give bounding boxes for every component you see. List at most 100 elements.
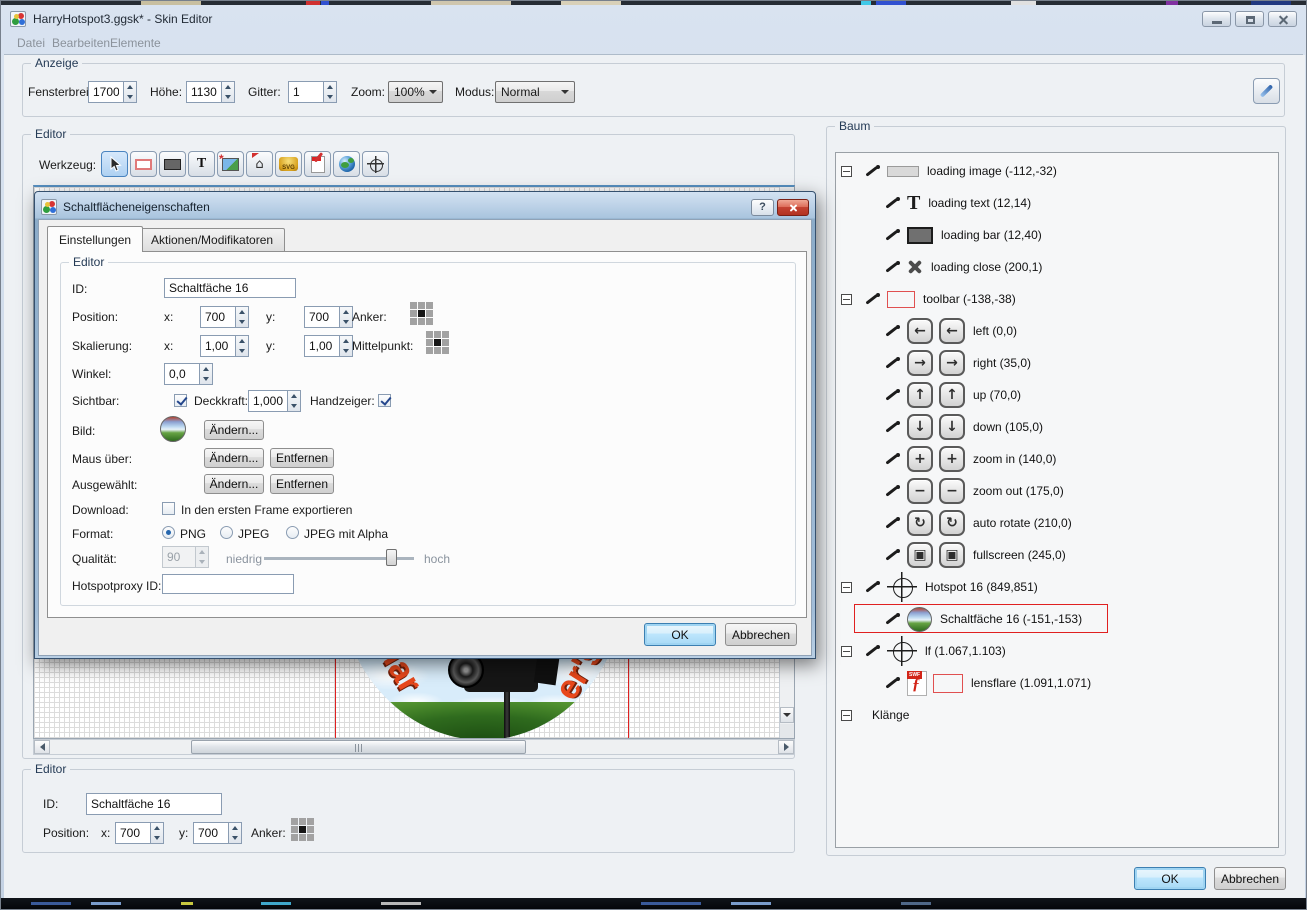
tree-item-loading-text[interactable]: Tloading text (12,14) [836, 187, 1278, 219]
dialog-id-input[interactable] [164, 278, 296, 298]
ok-button[interactable]: OK [1134, 867, 1206, 890]
abbrechen-button[interactable]: Abbrechen [1214, 867, 1286, 890]
anchor-grid[interactable] [291, 818, 315, 842]
position-x-input[interactable] [115, 822, 151, 844]
dialog-position-y-input[interactable] [304, 306, 340, 328]
select-tool[interactable] [101, 151, 128, 177]
position-x-stepper[interactable] [115, 822, 164, 844]
tree-item-auto-rotate[interactable]: ↻↻auto rotate (210,0) [836, 507, 1278, 539]
stepper-arrows[interactable] [229, 822, 242, 844]
deckkraft-stepper[interactable] [248, 390, 301, 412]
horizontal-scroll-thumb[interactable] [191, 740, 526, 754]
tree-item-toolbar[interactable]: toolbar (-138,-38) [836, 283, 1278, 315]
maus-ueber-entfernen-button[interactable]: Entfernen [270, 448, 334, 468]
tree-item-hotspot-16[interactable]: Hotspot 16 (849,851) [836, 571, 1278, 603]
dialog-ok-button[interactable]: OK [644, 623, 716, 646]
quality-slider-handle[interactable] [386, 549, 397, 566]
scale-x-stepper[interactable] [200, 335, 249, 357]
tree-item-loading-close[interactable]: loading close (200,1) [836, 251, 1278, 283]
deckkraft-input[interactable] [248, 390, 288, 412]
tab-aktionen-modifikatoren[interactable]: Aktionen/Modifikatoren [139, 228, 285, 251]
tree-item-klaenge[interactable]: Klänge [836, 699, 1278, 731]
tree-item-lf[interactable]: lf (1.067,1.103) [836, 635, 1278, 667]
tree-item-zoom-in[interactable]: ++zoom in (140,0) [836, 443, 1278, 475]
button-tool[interactable]: SVG [275, 151, 302, 177]
stepper-arrows[interactable] [200, 363, 213, 385]
text-tool[interactable]: T [188, 151, 215, 177]
hotspotproxy-input[interactable] [162, 574, 294, 594]
scroll-down-button[interactable] [780, 707, 794, 723]
scroll-right-button[interactable] [778, 740, 794, 754]
dialog-close-button[interactable] [777, 199, 809, 216]
stepper-arrows[interactable] [236, 335, 249, 357]
stepper-arrows[interactable] [124, 81, 137, 103]
stepper-arrows[interactable] [236, 306, 249, 328]
center-grid[interactable] [426, 331, 450, 355]
hotspot-tool[interactable] [362, 151, 389, 177]
dialog-help-button[interactable]: ? [751, 199, 774, 216]
stepper-arrows[interactable] [222, 81, 235, 103]
scale-x-input[interactable] [200, 335, 236, 357]
maus-ueber-aendern-button[interactable]: Ändern... [204, 448, 264, 468]
collapse-icon[interactable] [841, 710, 852, 721]
download-checkbox[interactable] [162, 502, 175, 515]
collapse-icon[interactable] [841, 582, 852, 593]
id-input[interactable] [86, 793, 222, 815]
menu-bearbeiten[interactable]: Bearbeiten [52, 36, 110, 50]
hoehe-input[interactable] [186, 81, 222, 103]
scale-y-input[interactable] [304, 335, 340, 357]
pen-tool-button[interactable] [1253, 78, 1280, 104]
tree-item-zoom-out[interactable]: −−zoom out (175,0) [836, 475, 1278, 507]
sichtbar-checkbox[interactable] [174, 394, 187, 407]
fensterbreite-input[interactable] [88, 81, 124, 103]
stepper-arrows[interactable] [324, 81, 337, 103]
position-y-stepper[interactable] [193, 822, 242, 844]
gitter-input[interactable] [288, 81, 324, 103]
scale-y-stepper[interactable] [304, 335, 353, 357]
handzeiger-checkbox[interactable] [378, 394, 391, 407]
position-y-input[interactable] [193, 822, 229, 844]
tree-item-lensflare[interactable]: SWFƒlensflare (1.091,1.071) [836, 667, 1278, 699]
tab-einstellungen[interactable]: Einstellungen [47, 226, 143, 252]
collapse-icon[interactable] [841, 646, 852, 657]
tree-item-loading-image[interactable]: loading image (-112,-32) [836, 155, 1278, 187]
stepper-arrows[interactable] [288, 390, 301, 412]
zoom-select[interactable]: 100% [388, 81, 443, 103]
format-png-radio[interactable] [162, 526, 175, 539]
tree-item-down[interactable]: ↓↓down (105,0) [836, 411, 1278, 443]
maximize-button[interactable] [1235, 11, 1264, 27]
scroll-left-button[interactable] [34, 740, 50, 754]
format-jpeg-alpha-radio[interactable] [286, 526, 299, 539]
format-jpeg-radio[interactable] [220, 526, 233, 539]
hoehe-stepper[interactable] [186, 81, 235, 103]
ausgewaehlt-aendern-button[interactable]: Ändern... [204, 474, 264, 494]
close-button[interactable] [1268, 11, 1297, 27]
dialog-abbrechen-button[interactable]: Abbrechen [725, 623, 797, 646]
modus-select[interactable]: Normal [495, 81, 575, 103]
tree-item-up[interactable]: ↑↑up (70,0) [836, 379, 1278, 411]
fensterbreite-stepper[interactable] [88, 81, 137, 103]
dialog-position-x-input[interactable] [200, 306, 236, 328]
dialog-position-x-stepper[interactable] [200, 306, 249, 328]
tree-item-schaltflaeche-16[interactable]: Schaltfäche 16 (-151,-153) [836, 603, 1278, 635]
bild-aendern-button[interactable]: Ändern... [204, 420, 264, 440]
horizontal-scrollbar[interactable] [33, 739, 795, 755]
tree-item-fullscreen[interactable]: ▣▣fullscreen (245,0) [836, 539, 1278, 571]
rectangle-tool[interactable] [130, 151, 157, 177]
web-tool[interactable] [333, 151, 360, 177]
gitter-stepper[interactable] [288, 81, 337, 103]
tree-item-loading-bar[interactable]: loading bar (12,40) [836, 219, 1278, 251]
swf-tool[interactable] [304, 151, 331, 177]
minimize-button[interactable] [1202, 11, 1231, 27]
winkel-input[interactable] [164, 363, 200, 385]
stepper-arrows[interactable] [151, 822, 164, 844]
svg-tool[interactable]: ⌂ [246, 151, 273, 177]
tree-item-right[interactable]: →→right (35,0) [836, 347, 1278, 379]
tree-item-left[interactable]: ←←left (0,0) [836, 315, 1278, 347]
winkel-stepper[interactable] [164, 363, 213, 385]
collapse-icon[interactable] [841, 166, 852, 177]
anchor-grid[interactable] [410, 302, 434, 326]
menu-elemente[interactable]: Elemente [110, 36, 161, 50]
collapse-icon[interactable] [841, 294, 852, 305]
dialog-position-y-stepper[interactable] [304, 306, 353, 328]
